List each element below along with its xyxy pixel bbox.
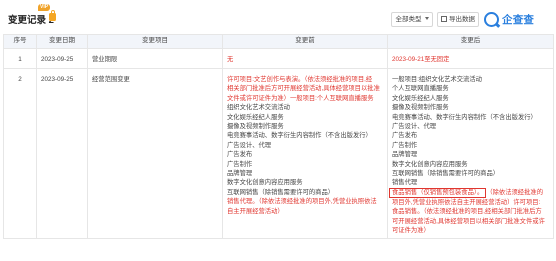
change-type-label: 全部类型 bbox=[395, 16, 422, 23]
row-date: 2023-09-25 bbox=[36, 48, 88, 69]
after-line: 食品销售。（依法须经批准的项目,经相关部门批准后方 bbox=[392, 208, 542, 216]
row-item: 营业期限 bbox=[87, 48, 223, 69]
after-line: 销售代理 bbox=[392, 179, 418, 187]
after-line: 项目外,凭营业执照依法自主开展经营活动）许可项目: bbox=[392, 198, 541, 206]
after-line: 互联网销售（除销售需要许可的商品） bbox=[392, 170, 500, 178]
before-line: 组织文化艺术交流活动 bbox=[227, 104, 290, 112]
before-line: 许可项目:文艺创作与表演。（依法须经批准的项目,经 bbox=[227, 76, 373, 83]
lock-icon[interactable] bbox=[49, 10, 56, 21]
after-line: 电竞赛事活动、数字衍生内容制作（不含出版发行） bbox=[392, 113, 537, 121]
row-index: 2 bbox=[3, 68, 37, 239]
after-tail: （除依法须经批准的 bbox=[486, 188, 543, 196]
table-row: 1 2023-09-25 营业期限 无 2023-09-21至无固定 bbox=[3, 48, 554, 69]
after-line: 品牌管理 bbox=[392, 151, 418, 159]
before-line: 广告发布 bbox=[227, 151, 253, 159]
after-line: 广告发布 bbox=[392, 132, 418, 140]
before-line: 相关部门批准后方可开展经营活动,具体经营项目以批准 bbox=[227, 85, 380, 93]
col-header-date: 变更日期 bbox=[36, 34, 88, 49]
before-line: 销售代理。（除依法须经批准的项目外,凭营业执照依法 bbox=[227, 198, 377, 206]
after-line: 一般项目:组织文化艺术交流活动 bbox=[392, 76, 482, 83]
col-header-index: 序号 bbox=[3, 34, 37, 49]
before-line: 自主开展经营活动） bbox=[227, 207, 284, 215]
table-header-row: 序号 变更日期 变更项目 变更前 变更后 bbox=[3, 34, 554, 49]
highlight-box: 食品销售（仅销售预包装食品）。 bbox=[389, 187, 487, 198]
row-before: 许可项目:文艺创作与表演。（依法须经批准的项目,经 相关部门批准后方可开展经营活… bbox=[222, 68, 388, 239]
table-row: 2 2023-09-25 经营范围变更 许可项目:文艺创作与表演。（依法须经批准… bbox=[3, 68, 554, 239]
row-after: 一般项目:组织文化艺术交流活动 个人互联网直播服务 文化娱乐经纪人服务 摄像及视… bbox=[387, 68, 554, 239]
after-line: 广告制作 bbox=[392, 141, 418, 149]
row-date: 2023-09-25 bbox=[36, 68, 88, 239]
before-line: 文件或许可证件为准）一般项目:个人互联网直播服务 bbox=[227, 94, 374, 102]
after-line: 可开展经营活动,具体经营项目以相关部门批准文件或许 bbox=[392, 217, 545, 225]
before-line: 广告制作 bbox=[227, 160, 253, 168]
row-item: 经营范围变更 bbox=[87, 68, 223, 239]
before-line: 摄像及视频制作服务 bbox=[227, 123, 284, 131]
chevron-down-icon bbox=[424, 17, 429, 20]
before-line: 数字文化创意内容应用服务 bbox=[227, 179, 303, 187]
export-data-button[interactable]: 导出数据 bbox=[437, 12, 479, 27]
brand-logo: 企查查 bbox=[484, 11, 534, 27]
panel-header: 变更记录 2 VIP 全部类型 导出数据 企查查 bbox=[0, 0, 556, 34]
vip-badge: VIP bbox=[38, 4, 51, 11]
after-line: 文化娱乐经纪人服务 bbox=[392, 94, 449, 102]
export-label: 导出数据 bbox=[449, 16, 475, 23]
after-line: 广告设计、代理 bbox=[392, 123, 437, 131]
before-line: 互联网销售（除销售需要许可的商品） bbox=[227, 188, 335, 196]
row-index: 1 bbox=[3, 48, 37, 69]
before-line: 品牌管理 bbox=[227, 170, 253, 178]
col-header-before: 变更前 bbox=[222, 34, 388, 49]
change-records-table: 序号 变更日期 变更项目 变更前 变更后 1 2023-09-25 营业期限 无… bbox=[3, 34, 554, 239]
after-line: 数字文化创意内容应用服务 bbox=[392, 160, 468, 168]
col-header-after: 变更后 bbox=[387, 34, 554, 49]
magnifier-logo-icon bbox=[484, 11, 499, 27]
brand-name: 企查查 bbox=[502, 13, 535, 26]
before-line: 广告设计、代理 bbox=[227, 141, 272, 149]
col-header-item: 变更项目 bbox=[87, 34, 223, 49]
after-line: 可证件为准） bbox=[392, 227, 430, 235]
before-line: 文化娱乐经纪人服务 bbox=[227, 113, 284, 121]
export-icon bbox=[441, 16, 447, 22]
change-type-dropdown[interactable]: 全部类型 bbox=[391, 12, 433, 27]
row-before: 无 bbox=[222, 48, 388, 69]
row-after: 2023-09-21至无固定 bbox=[387, 48, 554, 69]
after-line: 摄像及视频制作服务 bbox=[392, 104, 449, 112]
before-line: 电竞赛事活动、数字衍生内容制作（不含出版发行） bbox=[227, 132, 372, 140]
after-line-highlighted: 食品销售（仅销售预包装食品）。 （除依法须经批准的 bbox=[389, 187, 549, 198]
section-title: 变更记录 2 bbox=[8, 15, 54, 26]
after-line: 个人互联网直播服务 bbox=[392, 85, 449, 93]
